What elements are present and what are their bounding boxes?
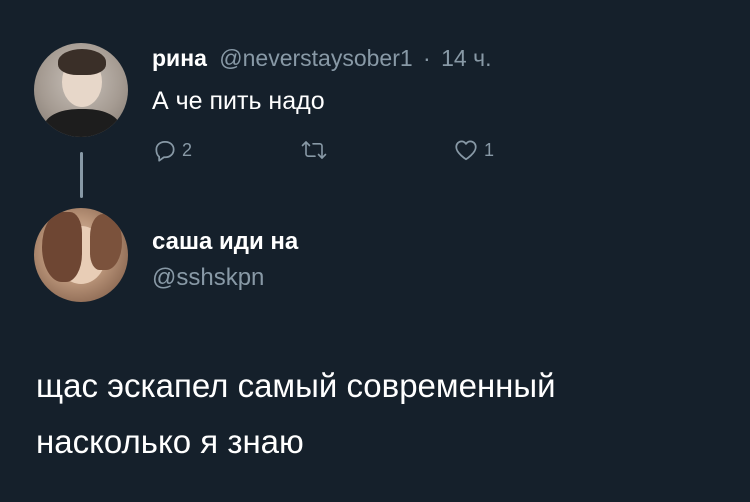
thread-connector-line (80, 152, 83, 198)
reply-tweet-text: щас эскапел самый современный насколько … (36, 358, 726, 470)
avatar-parent[interactable] (34, 43, 128, 137)
tweet-text: А че пить надо (152, 87, 325, 115)
display-name[interactable]: рина (152, 45, 207, 71)
avatar-hair (58, 49, 106, 75)
avatar-reply[interactable] (34, 208, 128, 302)
reply-count: 2 (182, 139, 193, 160)
reply-text-line: насколько я знаю (36, 423, 304, 460)
reply-display-name[interactable]: саша иди на (152, 227, 298, 257)
tweet-header: рина @neverstaysober1 · 14 ч. (152, 43, 491, 73)
like-button[interactable]: 1 (452, 137, 494, 163)
avatar-hair (42, 212, 82, 282)
like-count: 1 (484, 139, 495, 160)
separator-dot: · (423, 45, 431, 71)
avatar-shirt (44, 109, 120, 137)
reply-button[interactable]: 2 (152, 137, 192, 163)
avatar-hair-right (90, 214, 122, 270)
timestamp[interactable]: 14 ч. (441, 45, 491, 71)
retweet-icon (300, 137, 328, 163)
reply-text-line: щас эскапел самый современный (36, 367, 556, 404)
reply-user-handle[interactable]: @sshskpn (152, 263, 264, 293)
tweet-actions: 2 1 (152, 137, 572, 167)
reply-icon (152, 137, 178, 163)
tweet-parent: рина @neverstaysober1 · 14 ч. А че пить … (0, 0, 750, 200)
user-handle[interactable]: @neverstaysober1 (219, 45, 412, 71)
heart-icon (452, 137, 480, 163)
retweet-button[interactable] (300, 137, 332, 163)
